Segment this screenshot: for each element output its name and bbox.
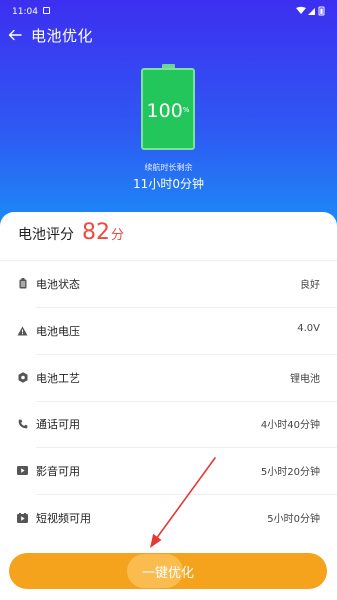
info-row-label: 电池电压 [36,325,80,338]
phone-icon [17,418,28,429]
info-row-battery-status: 电池状态 良好 [0,261,337,308]
status-bar: 11:04 [0,0,337,22]
video-play-icon [17,465,28,476]
status-time: 11:04 [12,7,38,17]
back-button[interactable] [6,26,24,44]
optimize-button-label: 一键优化 [141,566,194,581]
remaining-time-value: 11小时0分钟 [133,177,204,191]
info-row-value: 良好 [300,280,320,291]
battery-icon [17,278,28,289]
top-navigation: 电池优化 [0,24,337,48]
info-row-media-time: 影音可用 5小时20分钟 [0,448,337,495]
score-value: 82 [82,220,110,245]
battery-percent-unit: % [182,106,190,114]
info-row-short-video-time: 短视频可用 5小时0分钟 [0,495,337,542]
score-unit: 分 [111,228,125,243]
arrow-left-icon [8,29,22,41]
info-row-value: 4.0V [297,323,320,334]
short-video-icon [17,512,28,523]
battery-optimize-screen: 11:04 电池优化 100% 续航时长剩余 11小时0分钟 电池评分 82 分 [0,0,337,600]
battery-score: 电池评分 82 分 [18,220,124,254]
triangle-warning-icon [17,325,28,336]
battery-level-indicator: 100% [141,68,195,150]
info-row-label: 影音可用 [36,465,80,478]
info-row-value: 5小时20分钟 [260,467,320,478]
gear-icon [17,372,28,383]
info-row-label: 通话可用 [36,418,80,431]
info-row-call-time: 通话可用 4小时40分钟 [0,401,337,448]
notification-icon [43,7,50,14]
info-row-value: 5小时0分钟 [267,514,320,525]
info-row-label: 短视频可用 [36,512,91,525]
battery-percent-value: 100 [146,100,183,122]
info-row-label: 电池工艺 [36,372,80,385]
info-row-battery-tech: 电池工艺 锂电池 [0,355,337,402]
info-row-value: 锂电池 [290,374,320,385]
score-label: 电池评分 [18,227,74,243]
info-row-label: 电池状态 [36,278,80,291]
battery-percent: 100% [143,101,193,121]
info-row-battery-voltage: 电池电压 4.0V [0,308,337,355]
signal-wifi-battery-icon [296,6,325,16]
remaining-time-label: 续航时长剩余 [144,163,193,172]
page-title: 电池优化 [31,27,94,45]
status-indicators [296,6,326,16]
one-click-optimize-button[interactable]: 一键优化 [9,553,327,589]
info-row-value: 4小时40分钟 [260,420,320,431]
